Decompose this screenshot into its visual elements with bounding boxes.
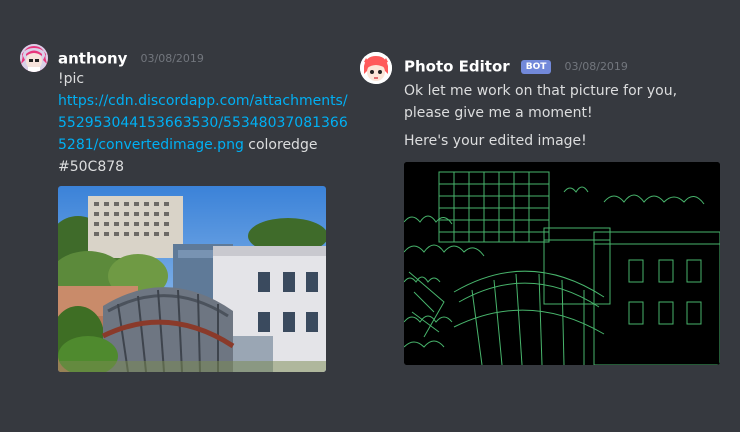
message-header: Photo Editor BOT 03/08/2019 [404,56,628,76]
chat-view: anthony 03/08/2019 !pic https://cdn.disc… [0,0,740,432]
message-content: !pic https://cdn.discordapp.com/attachme… [58,68,358,178]
timestamp: 03/08/2019 [564,60,628,73]
bot-mascot-icon [360,52,392,84]
message-content: Ok let me work on that picture for you, … [404,80,724,152]
attachment-link-line-2[interactable]: 552953044153663530/55348037081366 [58,112,358,134]
bot-result-text: Here's your edited image! [404,133,587,149]
attachment-link-line-1[interactable]: https://cdn.discordapp.com/attachments/ [58,90,358,112]
color-argument: #50C878 [58,159,125,175]
bot-text-line-1: Ok let me work on that picture for you, [404,83,678,99]
user-avatar[interactable] [20,44,48,72]
command-text: !pic [58,71,85,87]
command-argument: coloredge [248,137,318,153]
timestamp: 03/08/2019 [140,52,204,65]
campus-photo-image [58,186,326,372]
bot-badge: BOT [520,59,552,74]
bot-text-line-2: please give me a moment! [404,105,593,121]
attachment-link-line-3[interactable]: 5281/convertedimage.png [58,137,244,153]
username[interactable]: Photo Editor [404,58,510,76]
bot-avatar[interactable] [360,52,392,84]
photo-attachment[interactable] [58,186,326,372]
username[interactable]: anthony [58,50,127,68]
anime-avatar-icon [20,44,48,72]
message-header: anthony 03/08/2019 [58,48,204,68]
edge-detected-image [404,162,720,365]
edited-image-attachment[interactable] [404,162,720,365]
